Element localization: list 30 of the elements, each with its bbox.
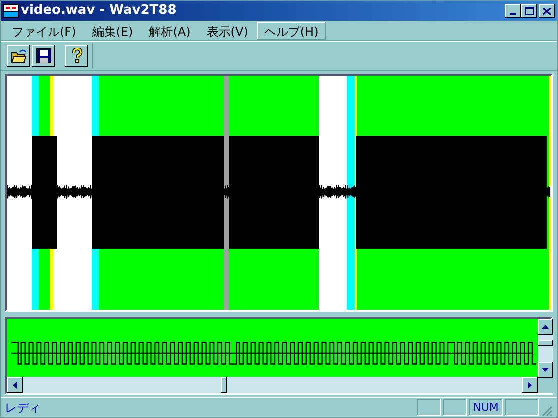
right-arrow-icon — [528, 382, 532, 388]
status-text: レディ — [5, 400, 42, 416]
up-arrow-icon — [542, 325, 549, 329]
scroll-right-button[interactable] — [522, 377, 538, 393]
status-indicator: NUM — [469, 399, 503, 416]
folder-icon — [10, 48, 26, 64]
close-button[interactable] — [539, 4, 555, 18]
menu-item[interactable]: 表示(V) — [200, 22, 256, 40]
close-icon — [543, 8, 551, 14]
menu-item[interactable]: ファイル(F) — [5, 22, 84, 40]
minimize-button[interactable] — [505, 4, 521, 18]
menu-item[interactable]: 解析(A) — [142, 22, 198, 40]
help-button[interactable] — [65, 45, 88, 67]
maximize-button[interactable] — [521, 4, 537, 18]
scroll-left-button[interactable] — [7, 377, 23, 393]
left-arrow-icon — [13, 382, 17, 388]
vertical-scrollbar[interactable] — [538, 319, 553, 378]
menu-item[interactable]: ヘルプ(H) — [257, 22, 326, 40]
scroll-thumb[interactable] — [221, 377, 227, 393]
save-button[interactable] — [32, 45, 55, 67]
open-button[interactable] — [7, 45, 30, 67]
horizontal-scrollbar[interactable] — [7, 377, 538, 393]
down-arrow-icon — [542, 368, 549, 372]
scroll-up-button[interactable] — [538, 319, 553, 335]
app-icon — [3, 3, 19, 19]
window-title: video.wav - Wav2T88 — [21, 2, 178, 20]
scroll-thumb[interactable] — [538, 340, 553, 346]
scroll-down-button[interactable] — [538, 362, 553, 378]
resize-grip-icon[interactable] — [541, 405, 553, 417]
menu-item[interactable]: 編集(E) — [85, 22, 140, 40]
